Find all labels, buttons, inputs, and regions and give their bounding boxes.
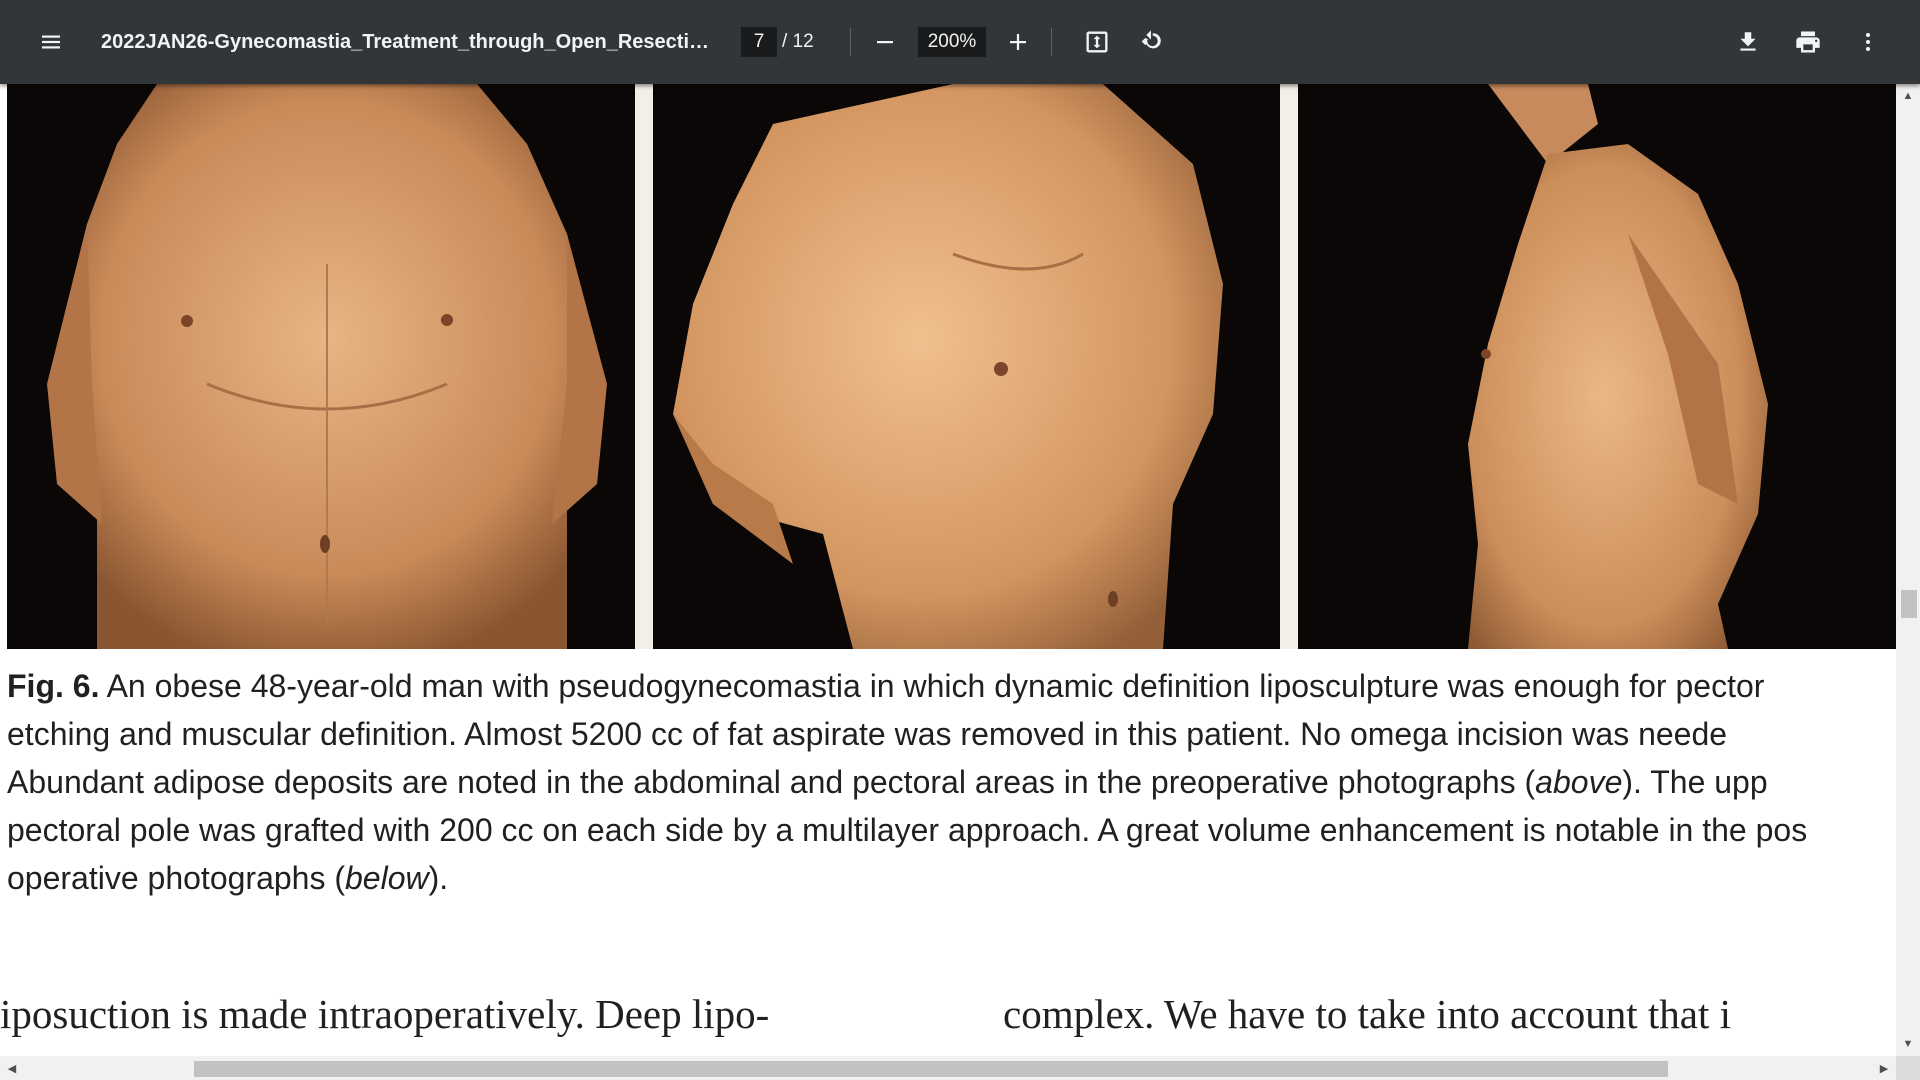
print-icon [1796,31,1820,53]
photo-frontal-view [7,84,635,649]
scroll-left-arrow-icon[interactable]: ◀ [2,1056,22,1080]
horizontal-scrollbar[interactable]: ◀ ▶ [0,1056,1896,1080]
toolbar-divider [850,28,851,56]
vertical-scrollbar[interactable]: ▲ ▼ [1896,84,1920,1056]
caption-text: ). The upp [1622,764,1768,800]
more-actions-button[interactable] [1844,18,1892,66]
page-total: / 12 [782,31,814,52]
scroll-down-arrow-icon[interactable]: ▼ [1896,1034,1920,1054]
caption-line: pectoral pole was grafted with 200 cc on… [7,812,1808,848]
figure-caption: Fig. 6. An obese 48-year-old man with ps… [7,662,1896,902]
horizontal-scroll-thumb[interactable] [194,1061,1668,1077]
minus-icon [877,41,893,44]
caption-line: Fig. 6. An obese 48-year-old man with ps… [7,662,1896,710]
caption-line: etching and muscular definition. Almost … [7,716,1728,752]
body-text-left-column: iposuction is made intraoperatively. Dee… [0,986,945,1056]
page-number-input[interactable] [741,27,777,57]
photo-oblique-view [653,84,1280,649]
pdf-page: Fig. 6. An obese 48-year-old man with ps… [0,84,1896,1056]
scrollbar-corner [1896,1056,1920,1080]
caption-text: Abundant adipose deposits are noted in t… [7,764,1536,800]
scroll-up-arrow-icon[interactable]: ▲ [1896,86,1920,106]
caption-italic: above [1535,764,1623,800]
caption-line: operative photographs (below). [7,854,1896,902]
pdf-toolbar: 2022JAN26-Gynecomastia_Treatment_through… [0,0,1920,84]
rotate-button[interactable] [1127,18,1175,66]
caption-line: Abundant adipose deposits are noted in t… [7,758,1896,806]
photo-lateral-view [1298,84,1896,649]
figure-label: Fig. 6. [7,668,100,704]
fit-to-page-icon [1086,31,1108,53]
body-text-right-column: complex. We have to take into account th… [1003,986,1896,1056]
download-button[interactable] [1724,18,1772,66]
more-vertical-icon [1866,33,1870,51]
rotate-counterclockwise-icon [1141,30,1161,49]
photo-separator [635,84,653,649]
document-title: 2022JAN26-Gynecomastia_Treatment_through… [101,31,711,53]
caption-text: operative photographs ( [7,860,345,896]
scroll-right-arrow-icon[interactable]: ▶ [1874,1056,1894,1080]
hamburger-menu-icon [42,35,60,49]
toolbar-divider [1051,28,1052,56]
body-text-line: complex. We have to take into account th… [1003,991,1732,1037]
caption-text: ). [428,860,449,896]
plus-icon [1010,34,1026,50]
body-text-line: iposuction is made intraoperatively. Dee… [0,991,770,1037]
print-button[interactable] [1784,18,1832,66]
caption-italic: below [345,860,429,896]
download-icon [1740,32,1756,51]
fit-to-page-button[interactable] [1073,18,1121,66]
menu-button[interactable] [27,18,75,66]
vertical-scroll-thumb[interactable] [1901,590,1917,618]
photo-separator [1280,84,1298,649]
zoom-in-button[interactable] [994,18,1042,66]
pdf-viewer[interactable]: Fig. 6. An obese 48-year-old man with ps… [0,84,1920,1080]
caption-text: An obese 48-year-old man with pseudogyne… [106,668,1765,704]
zoom-out-button[interactable] [861,18,909,66]
zoom-level-input[interactable] [918,27,986,57]
